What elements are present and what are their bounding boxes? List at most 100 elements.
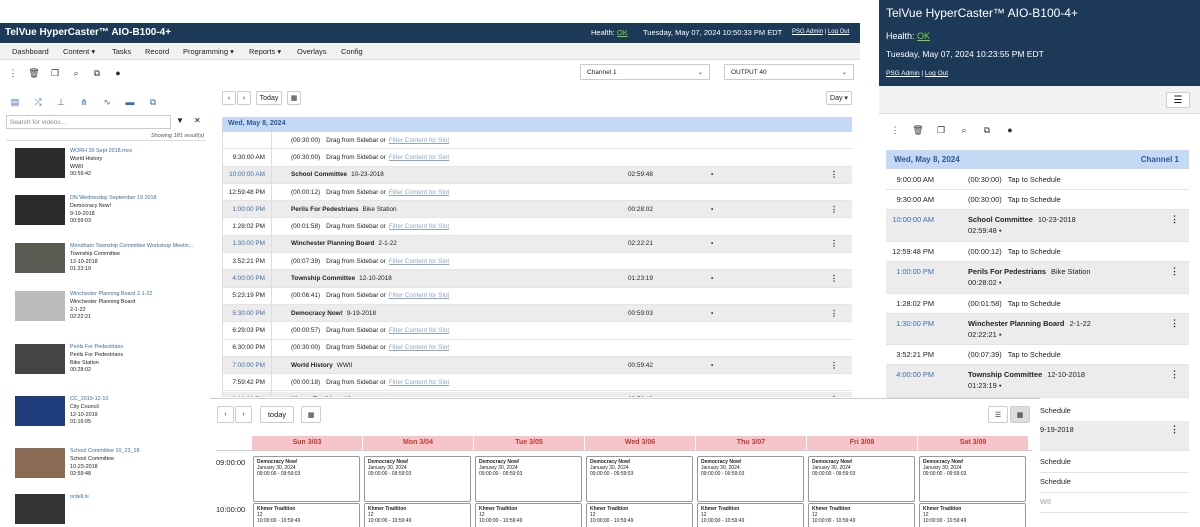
schedule-row[interactable]: 10:00:00 AM 02:59:48 ▪ ⋮ School Committee 10-…: [223, 166, 852, 184]
record-icon[interactable]: ●: [109, 64, 127, 82]
row-menu-icon[interactable]: ⋮: [830, 205, 838, 214]
tap-to-schedule[interactable]: Tap to Schedule: [1008, 247, 1061, 256]
user-link[interactable]: PSG Admin: [792, 29, 823, 35]
row-menu-icon[interactable]: ⋮: [830, 361, 838, 370]
tap-to-schedule[interactable]: Tap to Schedule: [1008, 175, 1061, 184]
record-icon[interactable]: ●: [1001, 121, 1019, 139]
week-today-button[interactable]: today: [260, 406, 294, 423]
layers-icon[interactable]: ⧉: [978, 121, 996, 139]
schedule-row[interactable]: 1:28:02 PM (00:01:58) Drag from Sidebar or…: [223, 219, 852, 236]
filter-content-link[interactable]: Filter Content for Slot: [389, 379, 449, 386]
mobile-schedule-row[interactable]: 3:52:21 PM (00:07:39) Tap to Schedule: [886, 345, 1189, 365]
filter-content-link[interactable]: Filter Content for Slot: [389, 258, 449, 265]
row-menu-icon[interactable]: ⋮: [1170, 318, 1179, 329]
filter-content-link[interactable]: Filter Content for Slot: [389, 292, 449, 299]
nav-tasks[interactable]: Tasks: [112, 47, 131, 56]
nav-content[interactable]: Content ▾: [63, 47, 95, 56]
row-menu-icon[interactable]: ⋮: [830, 309, 838, 318]
row-menu-icon[interactable]: ⋮: [1170, 369, 1179, 380]
mobile-schedule-row[interactable]: 4:00:00 PM ⋮ Township Committee 12-10-2018 0…: [886, 365, 1189, 398]
more-icon[interactable]: ⋮: [4, 64, 22, 82]
mobile-schedule-row[interactable]: 12:59:48 PM (00:00:12) Tap to Schedule: [886, 242, 1189, 262]
copy-icon[interactable]: ❐: [46, 64, 64, 82]
prev-button[interactable]: ‹: [222, 91, 236, 105]
clear-icon[interactable]: ✕: [194, 116, 201, 125]
trash-icon[interactable]: 🗑: [25, 64, 43, 82]
calendar-event[interactable]: Democracy Now! January 30, 2024 09:00:00 -…: [697, 456, 804, 502]
antenna-icon[interactable]: ⊥: [52, 93, 70, 111]
filter-content-link[interactable]: Filter Content for Slot: [389, 137, 449, 144]
nav-record[interactable]: Record: [145, 47, 169, 56]
filter-content-link[interactable]: Filter Content for Slot: [389, 223, 449, 230]
schedule-row[interactable]: 5:30:00 PM 00:59:03 ▪ ⋮ Democracy Now! 9-19-2…: [223, 305, 852, 323]
calendar-view-icon[interactable]: ▦: [1010, 406, 1030, 423]
mobile-health-ok-link[interactable]: OK: [917, 31, 930, 41]
network-icon[interactable]: ⋔: [75, 93, 93, 111]
row-menu-icon[interactable]: ⋮: [830, 274, 838, 283]
today-button[interactable]: Today: [256, 91, 282, 105]
schedule-row[interactable]: 3:52:21 PM (00:07:39) Drag from Sidebar or…: [223, 253, 852, 271]
schedule-row[interactable]: 6:29:03 PM (00:00:57) Drag from Sidebar or…: [223, 322, 852, 340]
nav-programming[interactable]: Programming ▾: [183, 47, 234, 56]
mobile-schedule-row[interactable]: 10:00:00 AM ⋮ School Committee 10-23-2018 02…: [886, 210, 1189, 242]
mobile-schedule-row-partial[interactable]: Schedule: [1040, 473, 1189, 493]
stack-icon[interactable]: ⧉: [144, 93, 162, 111]
nav-config[interactable]: Config: [341, 47, 363, 56]
mobile-schedule-row[interactable]: 1:30:00 PM ⋮ Winchester Planning Board 2-1-…: [886, 314, 1189, 345]
hamburger-menu-icon[interactable]: ☰: [1166, 92, 1190, 108]
calendar-event[interactable]: Democracy Now! January 30, 2024 09:00:00 -…: [919, 456, 1026, 502]
copy-icon[interactable]: ❐: [932, 121, 950, 139]
wave-icon[interactable]: ∿: [98, 93, 116, 111]
calendar-event[interactable]: Democracy Now! January 30, 2024 09:00:00 -…: [364, 456, 471, 502]
mobile-user-link[interactable]: PSG Admin: [886, 70, 920, 77]
filter-content-link[interactable]: Filter Content for Slot: [389, 344, 449, 351]
week-prev-button[interactable]: ‹: [217, 406, 234, 423]
calendar-event[interactable]: Democracy Now! January 30, 2024 09:00:00 -…: [808, 456, 915, 502]
row-menu-icon[interactable]: ⋮: [830, 170, 838, 179]
view-select[interactable]: Day ▾: [826, 91, 852, 105]
nav-overlays[interactable]: Overlays: [297, 47, 327, 56]
schedule-row[interactable]: 6:30:00 PM (00:30:00) Drag from Sidebar or…: [223, 340, 852, 357]
calendar-event[interactable]: Khmer Tradition 12 10:00:00 - 10:59:49: [808, 503, 915, 527]
nav-dashboard[interactable]: Dashboard: [12, 47, 49, 56]
tap-to-schedule[interactable]: Tap to Schedule: [1008, 350, 1061, 359]
file-icon[interactable]: ▤: [6, 93, 24, 111]
health-ok-link[interactable]: OK: [617, 28, 628, 37]
filter-content-link[interactable]: Filter Content for Slot: [389, 154, 449, 161]
calendar-event[interactable]: Democracy Now! January 30, 2024 09:00:00 -…: [253, 456, 360, 502]
calendar-event[interactable]: Khmer Tradition 12 10:00:00 - 10:59:49: [697, 503, 804, 527]
schedule-row[interactable]: (00:30:00) Drag from Sidebar or Filter Con…: [223, 132, 852, 150]
schedule-row[interactable]: 7:00:00 PM 00:59:42 ▪ ⋮ World History WWII: [223, 356, 852, 375]
trash-icon[interactable]: 🗑: [909, 121, 927, 139]
schedule-row[interactable]: 1:00:00 PM 00:28:02 ▪ ⋮ Perils For Pedestria…: [223, 201, 852, 219]
search-icon[interactable]: ⌕: [955, 121, 973, 139]
schedule-row[interactable]: 9:30:00 AM (00:30:00) Drag from Sidebar or…: [223, 149, 852, 167]
video-search-input[interactable]: Search for videos...: [6, 115, 171, 129]
folder-icon[interactable]: ▬: [121, 93, 139, 111]
mobile-schedule-row[interactable]: 9:30:00 AM (00:30:00) Tap to Schedule: [886, 190, 1189, 210]
mobile-schedule-row[interactable]: 9:00:00 AM (00:30:00) Tap to Schedule: [886, 170, 1189, 190]
calendar-icon[interactable]: ▦: [287, 91, 301, 105]
mobile-schedule-row[interactable]: 1:28:02 PM (00:01:58) Tap to Schedule: [886, 294, 1189, 314]
week-calendar-icon[interactable]: ▦: [301, 406, 321, 423]
calendar-event[interactable]: Khmer Tradition 12 10:00:00 - 10:59:49: [475, 503, 582, 527]
output-select[interactable]: OUTPUT 40 ⌄: [724, 64, 854, 80]
calendar-event[interactable]: Khmer Tradition 12 10:00:00 - 10:59:49: [586, 503, 693, 527]
row-menu-icon[interactable]: ⋮: [830, 239, 838, 248]
schedule-row[interactable]: 5:23:19 PM (00:06:41) Drag from Sidebar or…: [223, 288, 852, 305]
channel-select[interactable]: Channel 1 ⌄: [580, 64, 710, 80]
schedule-row[interactable]: 12:59:48 PM (00:00:12) Drag from Sidebar o…: [223, 184, 852, 202]
mobile-logout-link[interactable]: Log Out: [925, 70, 948, 77]
filter-icon[interactable]: ▼: [176, 116, 184, 125]
row-menu-icon[interactable]: ⋮: [1170, 214, 1179, 225]
logout-link[interactable]: Log Out: [828, 29, 849, 35]
row-menu-icon[interactable]: ⋮: [1170, 424, 1179, 435]
schedule-row[interactable]: 7:59:42 PM (00:00:18) Drag from Sidebar or…: [223, 374, 852, 392]
list-view-icon[interactable]: ☰: [988, 406, 1008, 423]
nav-reports[interactable]: Reports ▾: [249, 47, 281, 56]
next-button[interactable]: ›: [237, 91, 251, 105]
week-next-button[interactable]: ›: [235, 406, 252, 423]
calendar-event[interactable]: Democracy Now! January 30, 2024 09:00:00 -…: [475, 456, 582, 502]
mobile-schedule-row-partial[interactable]: Schedule: [1040, 453, 1189, 473]
filter-content-link[interactable]: Filter Content for Slot: [389, 327, 449, 334]
